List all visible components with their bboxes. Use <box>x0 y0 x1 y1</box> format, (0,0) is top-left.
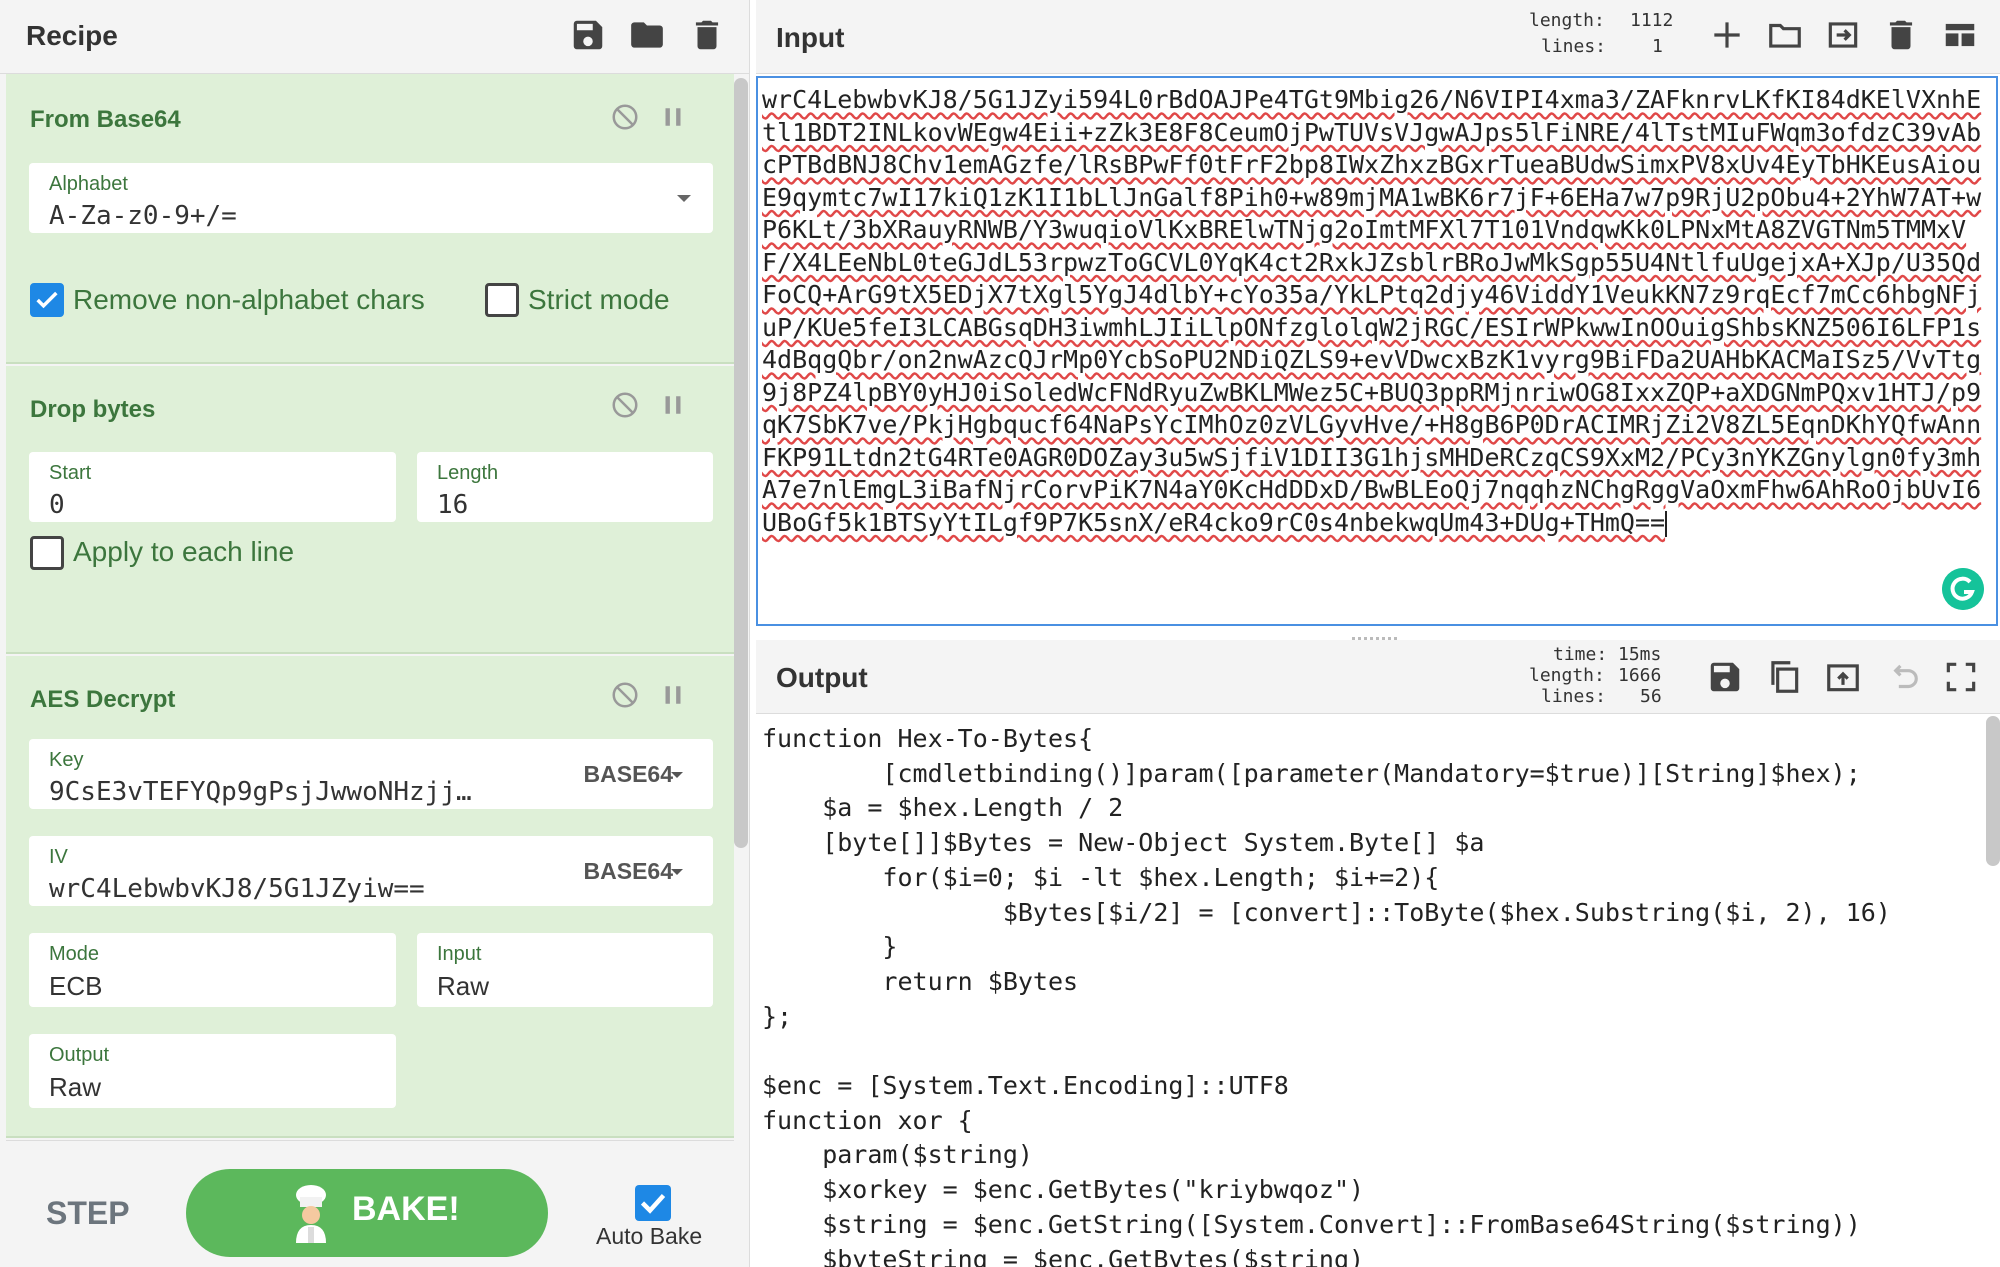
remove-non-alphabet-checkbox[interactable] <box>30 283 64 317</box>
iv-value: wrC4LebwbvKJ8/5G1JZyiw== <box>49 874 425 904</box>
output-time-label: time: <box>1553 644 1608 665</box>
chef-icon <box>296 1185 326 1243</box>
save-output-icon[interactable] <box>1706 658 1744 696</box>
chevron-down-icon <box>671 772 683 778</box>
operation-title: From Base64 <box>30 106 181 133</box>
operation-drop-bytes[interactable]: Drop bytes Start 0 Length 16 Apply to ea… <box>6 366 734 654</box>
operation-title: AES Decrypt <box>30 686 176 713</box>
output-scrollbar[interactable] <box>1986 716 2000 866</box>
output-format-label: Output <box>49 1044 110 1066</box>
recipe-scrollbar[interactable] <box>734 78 748 848</box>
disable-icon[interactable] <box>610 390 640 420</box>
key-label: Key <box>49 749 84 771</box>
output-format-select[interactable]: Output Raw <box>29 1034 396 1108</box>
save-icon[interactable] <box>569 16 607 54</box>
bake-label: BAKE! <box>352 1190 460 1228</box>
check-icon <box>640 1193 666 1214</box>
controls-bar: STEP BAKE! Auto Bake <box>6 1140 734 1267</box>
input-length-value: 1112 <box>1630 10 1674 31</box>
replace-input-icon[interactable] <box>1824 658 1862 696</box>
input-format-select[interactable]: Input Raw <box>417 933 713 1007</box>
apply-each-line-checkbox[interactable] <box>30 536 64 570</box>
auto-bake-label: Auto Bake <box>596 1223 703 1249</box>
auto-bake-checkbox[interactable] <box>635 1185 671 1221</box>
chevron-down-icon <box>677 195 691 202</box>
input-content: wrC4LebwbvKJ8/5G1JZyi594L0rBdOAJPe4TGt9M… <box>762 85 1982 537</box>
strict-mode-label: Strict mode <box>528 284 670 315</box>
clear-input-icon[interactable] <box>1882 16 1920 54</box>
output-lines-value: 56 <box>1640 686 1662 707</box>
folder-icon[interactable] <box>628 16 666 54</box>
input-format-value: Raw <box>437 971 490 1001</box>
alphabet-select[interactable]: Alphabet A-Za-z0-9+/= <box>29 163 713 233</box>
recipe-title: Recipe <box>26 20 118 51</box>
start-label: Start <box>49 462 92 484</box>
text-caret <box>1665 510 1668 537</box>
mode-select[interactable]: Mode ECB <box>29 933 396 1007</box>
input-format-label: Input <box>437 943 482 965</box>
key-encoding-select[interactable]: BASE64 <box>584 761 673 788</box>
output-lines-label: lines: <box>1541 686 1607 707</box>
output-length-value: 1666 <box>1618 665 1662 686</box>
iv-encoding-select[interactable]: BASE64 <box>584 858 673 885</box>
disable-icon[interactable] <box>610 680 640 710</box>
apply-each-line-label: Apply to each line <box>73 536 295 567</box>
output-time-value: 15ms <box>1618 644 1662 665</box>
io-panel: Input length: 1112 lines: 1 wrC4LebwbvKJ… <box>756 0 2000 1267</box>
chevron-down-icon <box>671 869 683 875</box>
start-input[interactable]: Start 0 <box>29 452 396 522</box>
mode-label: Mode <box>49 943 100 965</box>
copy-icon[interactable] <box>1765 658 1803 696</box>
output-title: Output <box>776 662 868 693</box>
length-value: 16 <box>437 490 469 520</box>
check-icon <box>36 291 58 309</box>
input-text: wrC4LebwbvKJ8/5G1JZyi594L0rBdOAJPe4TGt9M… <box>762 84 1990 539</box>
output-text: function Hex-To-Bytes{ [cmdletbinding()]… <box>762 724 1891 1267</box>
start-value: 0 <box>49 490 65 520</box>
iv-input[interactable]: IV wrC4LebwbvKJ8/5G1JZyiw== BASE64 <box>29 836 713 906</box>
operation-from-base64[interactable]: From Base64 Alphabet A-Za-z0-9+/= Remove… <box>6 74 734 364</box>
bake-button[interactable]: BAKE! <box>186 1169 548 1257</box>
strict-mode-checkbox[interactable] <box>485 283 519 317</box>
key-input[interactable]: Key 9CsE3vTEFYQp9gPsjJwwoNHzjj… BASE64 <box>29 739 713 809</box>
output-format-value: Raw <box>49 1072 102 1102</box>
undo-icon[interactable] <box>1883 658 1921 696</box>
grammarly-icon[interactable] <box>1942 568 1984 610</box>
trash-icon[interactable] <box>688 16 726 54</box>
input-textarea[interactable]: wrC4LebwbvKJ8/5G1JZyi594L0rBdOAJPe4TGt9M… <box>756 76 1998 626</box>
breakpoint-icon[interactable] <box>658 102 688 132</box>
output-length-label: length: <box>1529 665 1605 686</box>
recipe-panel: Recipe From Base64 Alphabet A-Za-z0-9+/=… <box>0 0 750 1267</box>
alphabet-value: A-Za-z0-9+/= <box>49 201 237 231</box>
input-lines-label: lines: <box>1541 36 1607 57</box>
recipe-list: From Base64 Alphabet A-Za-z0-9+/= Remove… <box>6 74 734 1138</box>
operation-aes-decrypt[interactable]: AES Decrypt Key 9CsE3vTEFYQp9gPsjJwwoNHz… <box>6 656 734 1138</box>
input-title: Input <box>776 22 845 53</box>
pane-resize-handle[interactable] <box>1352 627 1408 640</box>
operation-title: Drop bytes <box>30 396 156 423</box>
add-icon[interactable] <box>1708 16 1746 54</box>
alphabet-label: Alphabet <box>49 173 128 195</box>
input-length-label: length: <box>1529 10 1605 31</box>
maximize-icon[interactable] <box>1942 658 1980 696</box>
breakpoint-icon[interactable] <box>658 680 688 710</box>
recipe-header: Recipe <box>0 0 749 74</box>
output-header: Output time: 15ms length: 1666 lines: 56 <box>756 640 2000 714</box>
length-label: Length <box>437 462 499 484</box>
input-header: Input length: 1112 lines: 1 <box>756 0 2000 74</box>
length-input[interactable]: Length 16 <box>417 452 713 522</box>
breakpoint-icon[interactable] <box>658 390 688 420</box>
open-folder-icon[interactable] <box>1766 16 1804 54</box>
open-file-icon[interactable] <box>1824 16 1862 54</box>
remove-non-alphabet-label: Remove non-alphabet chars <box>73 284 425 315</box>
output-textarea[interactable]: function Hex-To-Bytes{ [cmdletbinding()]… <box>756 716 2000 1267</box>
mode-value: ECB <box>49 971 103 1001</box>
iv-label: IV <box>49 846 68 868</box>
key-value: 9CsE3vTEFYQp9gPsjJwwoNHzjj… <box>49 777 472 807</box>
input-lines-value: 1 <box>1652 36 1663 57</box>
step-button[interactable]: STEP <box>46 1195 130 1232</box>
disable-icon[interactable] <box>610 102 640 132</box>
layout-icon[interactable] <box>1941 16 1979 54</box>
